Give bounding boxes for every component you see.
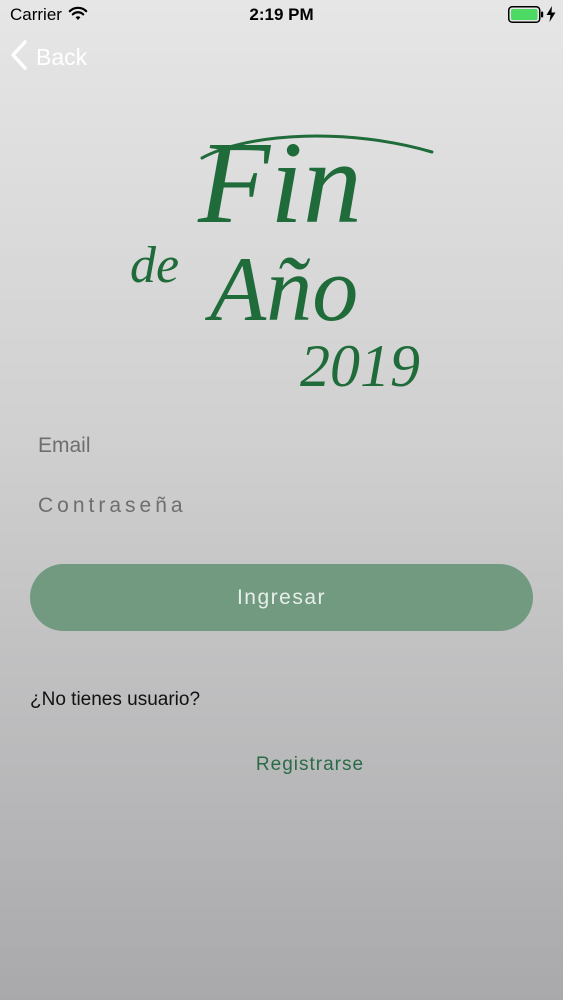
password-field[interactable] xyxy=(30,484,533,528)
logo-graphic: Fin de Año 2019 xyxy=(130,117,434,399)
bolt-icon xyxy=(546,6,556,27)
back-button[interactable]: Back xyxy=(10,39,88,75)
back-label: Back xyxy=(36,43,88,70)
battery-icon xyxy=(508,6,544,28)
login-button-label: Ingresar xyxy=(236,585,327,609)
logo-year: 2019 xyxy=(300,333,420,399)
status-bar: Carrier 2:19 PM xyxy=(0,0,563,30)
logo-word-de: de xyxy=(130,237,179,294)
chevron-left-icon xyxy=(10,39,28,75)
logo-word-ano: Año xyxy=(204,238,358,340)
email-field[interactable] xyxy=(30,424,533,468)
status-time: 2:19 PM xyxy=(249,5,314,24)
no-user-text: ¿No tienes usuario? xyxy=(30,689,201,710)
login-button[interactable]: Ingresar xyxy=(30,564,533,631)
register-link[interactable]: Registrarse xyxy=(0,754,563,776)
fin-de-ano-logo: Fin de Año 2019 xyxy=(120,110,450,410)
